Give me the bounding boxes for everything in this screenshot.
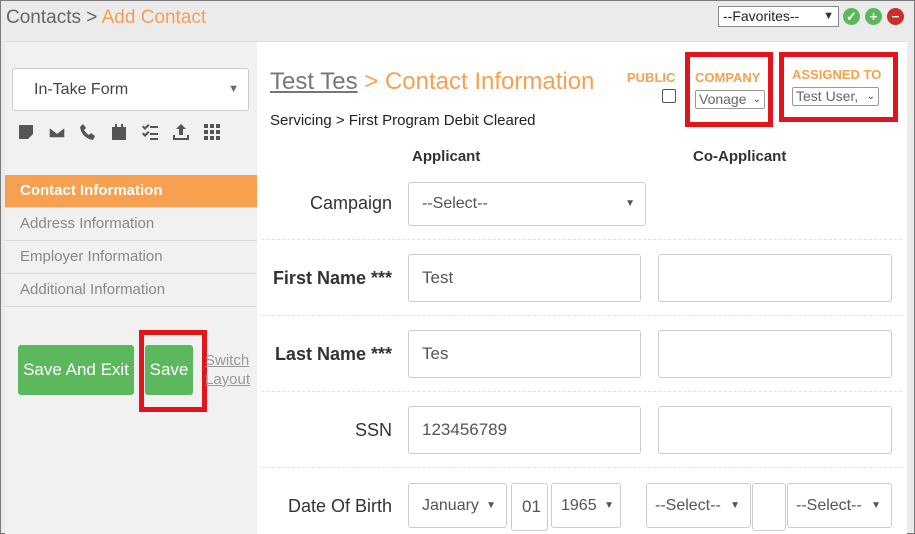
campaign-select[interactable]: --Select-- ▼ xyxy=(408,182,646,226)
chevron-down-icon: ▼ xyxy=(871,500,881,511)
assigned-to-select[interactable]: Test User, ⌄ xyxy=(792,87,879,106)
switch-layout-line2: Layout xyxy=(205,371,251,388)
dob-day-input[interactable]: 01 xyxy=(511,483,548,531)
page-title: Test Tes > Contact Information xyxy=(270,68,594,96)
form-select[interactable]: In-Take Form ▼ xyxy=(12,68,249,111)
breadcrumb-contacts[interactable]: Contacts xyxy=(6,7,81,28)
breadcrumb: Contacts > Add Contact xyxy=(6,7,206,29)
coapplicant-dob-day-input[interactable] xyxy=(752,483,786,531)
favorites-value: --Favorites-- xyxy=(723,8,800,24)
section-nav: Contact Information Address Information … xyxy=(5,175,257,307)
breadcrumb-current: Add Contact xyxy=(101,7,207,28)
last-name-label: Last Name *** xyxy=(274,344,392,364)
company-select[interactable]: Vonage ⌄ xyxy=(695,90,765,109)
top-bar: Contacts > Add Contact --Favorites-- ▼ ✓… xyxy=(0,0,915,36)
column-header-coapplicant: Co-Applicant xyxy=(693,148,787,165)
nav-additional-information[interactable]: Additional Information xyxy=(5,274,257,307)
chevron-down-icon: ▼ xyxy=(228,83,239,95)
campaign-label: Campaign xyxy=(309,193,392,213)
chevron-down-icon: ▼ xyxy=(823,10,834,22)
public-checkbox[interactable] xyxy=(662,89,676,103)
minus-icon[interactable]: − xyxy=(887,8,904,25)
row-divider xyxy=(262,239,902,240)
form-select-value: In-Take Form xyxy=(34,81,129,98)
row-divider xyxy=(262,315,902,316)
upload-icon[interactable] xyxy=(170,121,192,143)
coapplicant-dob-year-value: --Select-- xyxy=(796,497,862,514)
action-icons xyxy=(15,121,223,143)
checklist-icon[interactable] xyxy=(139,121,161,143)
company-label: COMPANY xyxy=(695,70,761,85)
coapplicant-dob-month-select[interactable]: --Select-- ▼ xyxy=(646,483,751,528)
chevron-down-icon: ⌄ xyxy=(866,91,875,102)
first-name-input[interactable]: Test xyxy=(408,254,641,302)
sidebar: In-Take Form ▼ Contact Information Addre… xyxy=(5,41,257,534)
coapplicant-first-name-input[interactable] xyxy=(658,254,892,302)
first-name-label: First Name *** xyxy=(272,268,392,288)
save-button[interactable]: Save xyxy=(145,345,193,395)
public-label: PUBLIC xyxy=(627,70,676,85)
ssn-input[interactable]: 123456789 xyxy=(408,406,641,454)
calendar-icon[interactable] xyxy=(108,121,130,143)
nav-address-information[interactable]: Address Information xyxy=(5,208,257,241)
chevron-down-icon: ▼ xyxy=(730,500,740,511)
assigned-to-value: Test User, xyxy=(796,88,859,104)
nav-employer-information[interactable]: Employer Information xyxy=(5,241,257,274)
favorites-select[interactable]: --Favorites-- ▼ xyxy=(718,6,839,27)
chevron-down-icon: ▼ xyxy=(486,500,496,511)
note-icon[interactable] xyxy=(15,121,37,143)
ssn-label: SSN xyxy=(354,420,392,440)
switch-layout-link[interactable]: Switch Layout xyxy=(205,351,250,389)
dob-year-value: 1965 xyxy=(561,497,597,514)
dob-month-select[interactable]: January ▼ xyxy=(408,483,507,528)
phone-icon[interactable] xyxy=(77,121,99,143)
save-and-exit-button[interactable]: Save And Exit xyxy=(18,345,134,395)
switch-layout-line1: Switch xyxy=(205,352,250,369)
dob-label: Date Of Birth xyxy=(287,496,392,516)
plus-icon[interactable]: + xyxy=(865,8,882,25)
assigned-to-label: ASSIGNED TO xyxy=(792,67,882,82)
coapplicant-last-name-input[interactable] xyxy=(658,330,892,378)
row-divider xyxy=(262,391,902,392)
main-panel: Test Tes > Contact Information PUBLIC CO… xyxy=(257,41,907,534)
dob-month-value: January xyxy=(422,497,479,514)
check-icon[interactable]: ✓ xyxy=(843,8,860,25)
coapplicant-dob-year-select[interactable]: --Select-- ▼ xyxy=(787,483,892,528)
nav-contact-information[interactable]: Contact Information xyxy=(5,175,257,208)
status-line: Servicing > First Program Debit Cleared xyxy=(270,112,536,129)
mail-icon[interactable] xyxy=(46,121,68,143)
last-name-input[interactable]: Tes xyxy=(408,330,641,378)
grid-icon[interactable] xyxy=(201,121,223,143)
column-header-applicant: Applicant xyxy=(412,148,481,165)
company-value: Vonage xyxy=(699,91,747,107)
chevron-down-icon: ▼ xyxy=(604,500,614,511)
coapplicant-ssn-input[interactable] xyxy=(658,406,892,454)
chevron-down-icon: ⌄ xyxy=(752,94,761,105)
coapplicant-dob-month-value: --Select-- xyxy=(655,497,721,514)
campaign-value: --Select-- xyxy=(422,195,488,212)
contact-name-link[interactable]: Test Tes xyxy=(270,68,358,95)
title-suffix: > Contact Information xyxy=(364,68,595,95)
row-divider xyxy=(262,467,902,468)
breadcrumb-separator: > xyxy=(86,7,98,28)
dob-year-select[interactable]: 1965 ▼ xyxy=(551,483,621,528)
chevron-down-icon: ▼ xyxy=(625,198,635,209)
